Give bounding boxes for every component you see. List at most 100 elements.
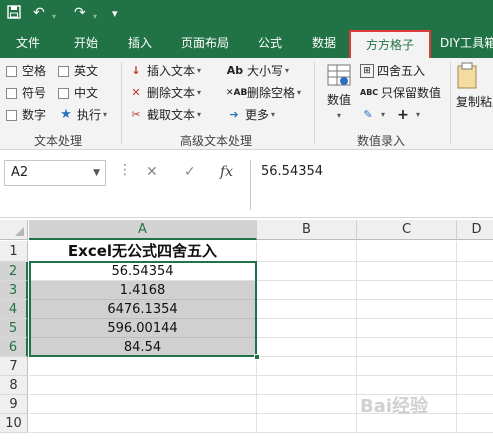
checkbox-chinese[interactable]: 中文	[58, 85, 98, 101]
cell-b3[interactable]	[257, 281, 357, 300]
row-header-6[interactable]: 6	[0, 338, 28, 357]
value-button[interactable]: 数值 ▾	[322, 62, 356, 124]
row-header-1[interactable]: 1	[0, 241, 28, 262]
cell-d6[interactable]	[457, 338, 493, 357]
plus-dropdown-button[interactable]: + ▾	[395, 107, 420, 123]
cell-d5[interactable]	[457, 319, 493, 338]
cell-c4[interactable]	[357, 300, 457, 319]
tab-formulas[interactable]: 公式	[248, 28, 292, 58]
keep-value-button[interactable]: ABC 只保留数值	[360, 85, 441, 101]
cell-a1[interactable]: Excel无公式四舍五入	[29, 241, 257, 262]
tab-home[interactable]: 开始	[64, 28, 108, 58]
cell-a8[interactable]	[29, 376, 257, 395]
cell-d9[interactable]	[457, 395, 493, 414]
delete-text-button[interactable]: ✕ 删除文本 ▾	[128, 85, 201, 101]
checkbox-space[interactable]: 空格	[6, 63, 46, 79]
column-header-c[interactable]: C	[357, 220, 457, 240]
cell-c6[interactable]	[357, 338, 457, 357]
cell-a7[interactable]	[29, 357, 257, 376]
checkbox-symbol[interactable]: 符号	[6, 85, 46, 101]
group-separator	[314, 62, 315, 144]
cell-c1[interactable]	[357, 241, 457, 262]
redo-icon[interactable]: ↷	[74, 4, 86, 22]
row-header-7[interactable]: 7	[0, 357, 28, 376]
cell-b5[interactable]	[257, 319, 357, 338]
checkbox-english[interactable]: 英文	[58, 63, 98, 79]
cell-d3[interactable]	[457, 281, 493, 300]
copy-paste-button[interactable]: 复制粘贴	[456, 62, 493, 110]
case-button[interactable]: Ab 大小写 ▾	[226, 63, 289, 79]
tab-file[interactable]: 文件	[6, 28, 50, 58]
cell-a10[interactable]	[29, 414, 257, 433]
column-header-a[interactable]: A	[29, 220, 257, 240]
column-header-b[interactable]: B	[257, 220, 357, 240]
row-header-9[interactable]: 9	[0, 395, 28, 414]
save-icon[interactable]	[7, 5, 21, 19]
tab-data[interactable]: 数据	[302, 28, 346, 58]
group-label-text: 文本处理	[34, 134, 83, 148]
row-header-10[interactable]: 10	[0, 414, 28, 433]
checkbox-number[interactable]: 数字	[6, 107, 46, 123]
cell-c2[interactable]	[357, 262, 457, 281]
fill-handle[interactable]	[254, 354, 260, 360]
dots-icon: ⋮	[118, 162, 132, 178]
undo-icon[interactable]: ↶	[33, 4, 45, 22]
select-all-corner[interactable]	[0, 220, 28, 240]
cell-d4[interactable]	[457, 300, 493, 319]
cell-c3[interactable]	[357, 281, 457, 300]
more-button[interactable]: ➔ 更多 ▾	[226, 107, 275, 123]
round-button[interactable]: ⊞ 四舍五入	[360, 63, 425, 79]
cell-b7[interactable]	[257, 357, 357, 376]
cell-a3[interactable]: 1.4168	[29, 281, 257, 300]
cell-d2[interactable]	[457, 262, 493, 281]
tab-insert[interactable]: 插入	[118, 28, 162, 58]
checkbox-icon	[58, 65, 69, 77]
cell-a6[interactable]: 84.54	[29, 338, 257, 357]
watermark: Bai经验	[360, 396, 429, 417]
delete-space-button[interactable]: ✕AB 删除空格 ▾	[226, 85, 301, 101]
cell-a2[interactable]: 56.54354	[29, 262, 257, 281]
formula-input[interactable]: 56.54354	[250, 160, 493, 210]
cell-b9[interactable]	[257, 395, 357, 414]
case-icon: Ab	[226, 64, 244, 77]
column-header-d[interactable]: D	[457, 220, 493, 240]
execute-button[interactable]: ★ 执行 ▾	[58, 107, 107, 123]
row-header-5[interactable]: 5	[0, 319, 28, 338]
name-box[interactable]: A2 ▼	[4, 160, 106, 186]
insert-text-button[interactable]: ↓ 插入文本 ▾	[128, 63, 201, 79]
cell-b4[interactable]	[257, 300, 357, 319]
cell-d7[interactable]	[457, 357, 493, 376]
tab-page-layout[interactable]: 页面布局	[172, 28, 238, 58]
cell-c5[interactable]	[357, 319, 457, 338]
row-header-4[interactable]: 4	[0, 300, 28, 319]
cell-a9[interactable]	[29, 395, 257, 414]
cell-a5[interactable]: 596.00144	[29, 319, 257, 338]
cell-b2[interactable]	[257, 262, 357, 281]
tab-diy-toolbox[interactable]: DIY工具箱	[440, 28, 493, 58]
row-header-2[interactable]: 2	[0, 262, 28, 281]
edit-dropdown-button[interactable]: ✎ ▾	[360, 107, 385, 123]
row-header-8[interactable]: 8	[0, 376, 28, 395]
cell-b8[interactable]	[257, 376, 357, 395]
cell-d1[interactable]	[457, 241, 493, 262]
cancel-icon[interactable]: ✕	[146, 164, 158, 180]
cell-b1[interactable]	[257, 241, 357, 262]
insert-function-icon[interactable]: fx	[220, 164, 233, 180]
customize-icon[interactable]: ▾	[112, 5, 118, 23]
undo-dropdown-icon[interactable]: ▾	[52, 8, 56, 26]
dropdown-arrow-icon: ▾	[336, 111, 341, 120]
cell-d10[interactable]	[457, 414, 493, 433]
ribbon-tabs: 文件 开始 插入 页面布局 公式 数据 方方格子 DIY工具箱	[0, 28, 493, 58]
redo-dropdown-icon[interactable]: ▾	[93, 8, 97, 26]
row-header-3[interactable]: 3	[0, 281, 28, 300]
tab-fangfang[interactable]: 方方格子	[349, 30, 431, 58]
cell-d8[interactable]	[457, 376, 493, 395]
cell-c7[interactable]	[357, 357, 457, 376]
cell-b6[interactable]	[257, 338, 357, 357]
confirm-icon[interactable]: ✓	[184, 164, 196, 180]
cell-b10[interactable]	[257, 414, 357, 433]
extract-text-button[interactable]: ✂ 截取文本 ▾	[128, 107, 201, 123]
extract-text-icon: ✂	[131, 108, 141, 121]
cell-a4[interactable]: 6476.1354	[29, 300, 257, 319]
chevron-down-icon[interactable]: ▼	[93, 161, 100, 185]
